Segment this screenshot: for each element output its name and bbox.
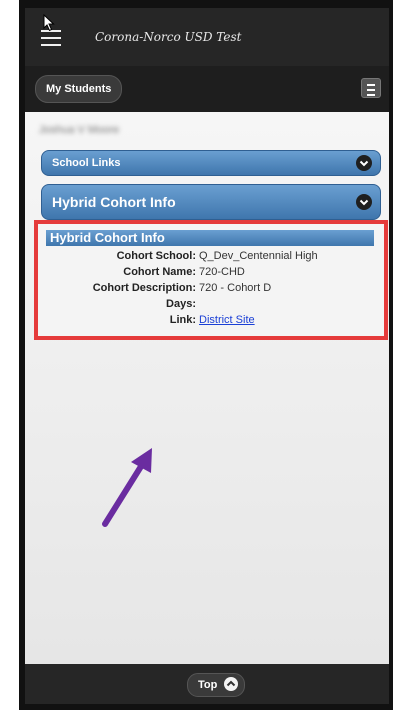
main-content: Joshua V Moore School Links Hybrid Cohor… [25,112,389,664]
title-bar: Corona-Norco USD Test [25,8,389,66]
menu-icon[interactable] [361,78,381,98]
cohort-name-row: Cohort Name: 720-CHD [46,264,374,280]
row-key: Cohort Name: [123,266,196,278]
app-title: Corona-Norco USD Test [95,30,242,44]
student-name: Joshua V Moore [39,124,120,136]
annotation-arrow [102,448,152,527]
hybrid-cohort-label: Hybrid Cohort Info [52,194,176,210]
row-key: Cohort Description: [92,282,196,294]
school-links-collapsible[interactable]: School Links [41,150,381,176]
row-value: Q_Dev_Centennial High [199,250,318,262]
row-value: 720-CHD [199,266,245,278]
hybrid-cohort-panel: Hybrid Cohort Info Cohort School: Q_Dev_C… [34,220,388,340]
school-links-label: School Links [52,157,121,169]
toolbar: My Students [25,66,389,112]
chevron-down-icon [356,155,372,171]
cohort-description-row: Cohort Description: 720 - Cohort D [46,280,374,296]
chevron-down-icon [356,194,372,210]
days-row: Days: [46,296,374,312]
hamburger-menu-icon[interactable] [41,30,61,46]
bottom-bar: Top [25,664,389,704]
app-frame: Corona-Norco USD Test My Students Joshua… [19,0,393,710]
top-label: Top [198,679,218,691]
panel-title: Hybrid Cohort Info [46,230,374,246]
row-key: Link: [169,314,196,326]
top-button[interactable]: Top [187,673,246,697]
cohort-school-row: Cohort School: Q_Dev_Centennial High [46,248,374,264]
chevron-up-icon [224,677,239,692]
hybrid-cohort-collapsible[interactable]: Hybrid Cohort Info [41,184,381,220]
my-students-button[interactable]: My Students [35,75,123,103]
row-key: Days: [166,298,196,310]
district-site-link[interactable]: District Site [199,314,255,326]
cohort-details: Cohort School: Q_Dev_Centennial High Coho… [46,248,374,328]
row-value: 720 - Cohort D [199,282,272,294]
mouse-cursor-icon [43,14,55,32]
link-row: Link: District Site [46,312,374,328]
row-key: Cohort School: [116,250,196,262]
